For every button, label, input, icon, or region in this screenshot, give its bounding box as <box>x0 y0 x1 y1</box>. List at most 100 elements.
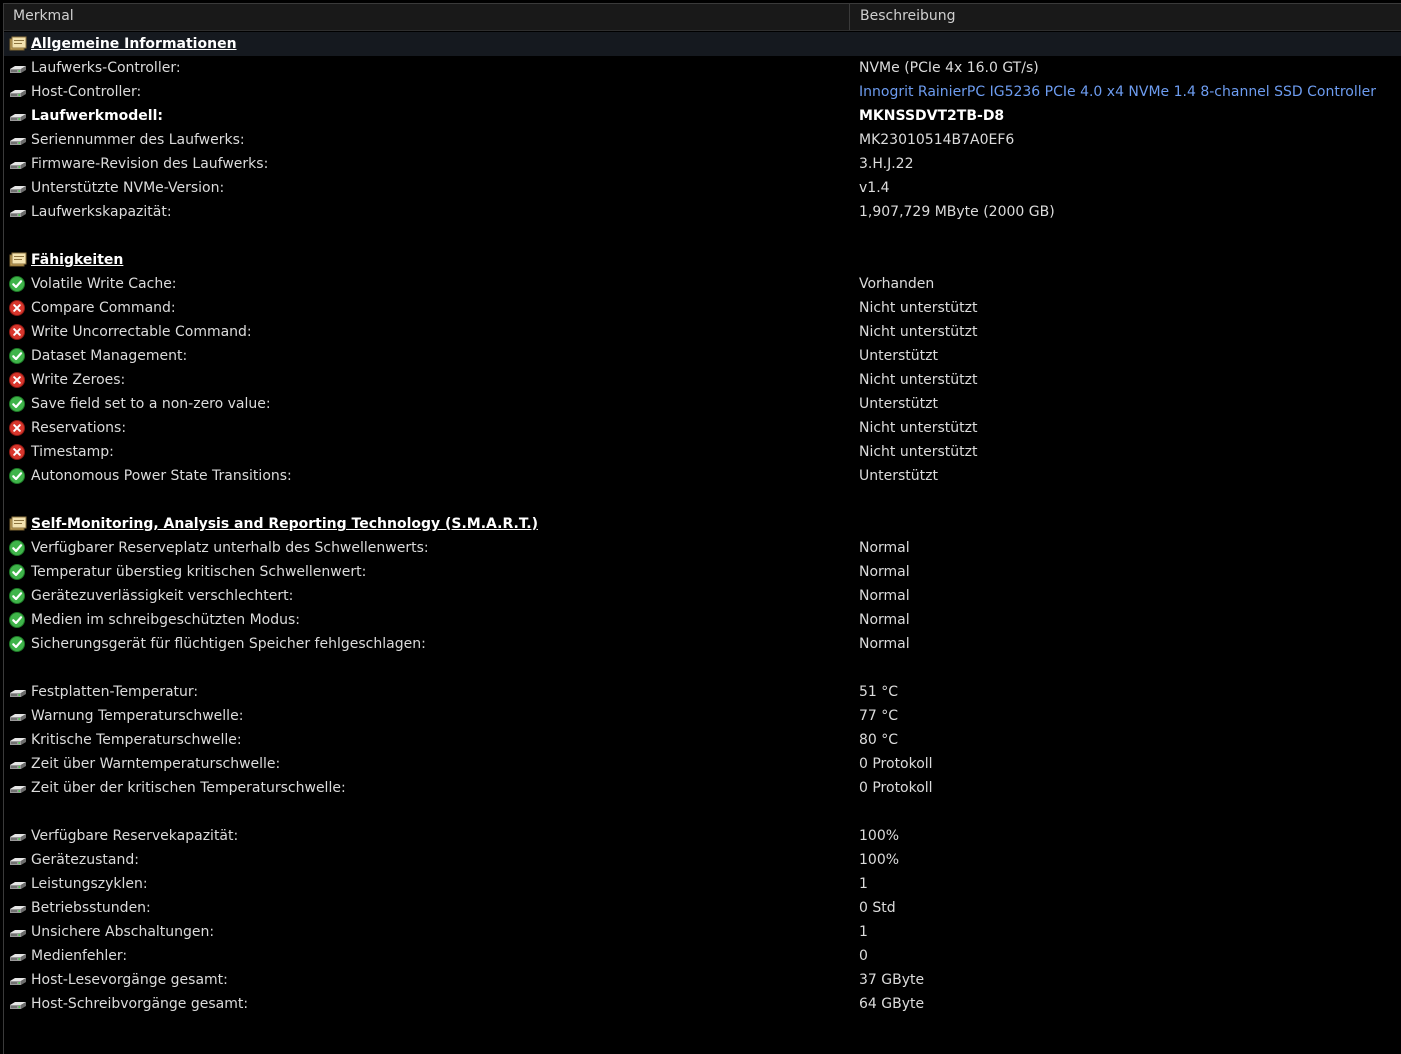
property-value: Nicht unterstützt <box>859 444 978 460</box>
property-row[interactable]: Seriennummer des Laufwerks: MK23010514B7A… <box>4 128 1401 152</box>
section-title: Fähigkeiten <box>31 252 124 268</box>
drive-icon <box>9 60 27 76</box>
property-value: Nicht unterstützt <box>859 372 978 388</box>
property-value: 80 °C <box>859 732 899 748</box>
property-label: Betriebsstunden: <box>31 900 151 916</box>
property-row[interactable]: Dataset Management: Unterstützt <box>4 344 1401 368</box>
property-label: Timestamp: <box>31 444 114 460</box>
check-icon <box>9 468 27 484</box>
property-row[interactable]: Gerätezustand: 100% <box>4 848 1401 872</box>
property-value: NVMe (PCIe 4x 16.0 GT/s) <box>859 60 1039 76</box>
property-label: Sicherungsgerät für flüchtigen Speicher … <box>31 636 426 652</box>
property-label: Medienfehler: <box>31 948 128 964</box>
property-value: MKNSSDVT2TB-D8 <box>859 108 1005 124</box>
property-value: 1 <box>859 924 868 940</box>
property-row[interactable]: Festplatten-Temperatur: 51 °C <box>4 680 1401 704</box>
property-label: Medien im schreibgeschützten Modus: <box>31 612 301 628</box>
property-row[interactable]: Betriebsstunden: 0 Std <box>4 896 1401 920</box>
property-value: 1 <box>859 876 868 892</box>
section-icon <box>9 516 27 532</box>
property-row[interactable]: Host-Controller: Innogrit RainierPC IG523… <box>4 80 1401 104</box>
column-header-merkmal[interactable]: Merkmal <box>4 4 850 30</box>
column-header: Merkmal Beschreibung <box>4 4 1401 31</box>
property-row[interactable]: Kritische Temperaturschwelle: 80 °C <box>4 728 1401 752</box>
error-icon <box>9 444 27 460</box>
drive-icon <box>9 132 27 148</box>
property-row[interactable]: Host-Schreibvorgänge gesamt: 64 GByte <box>4 992 1401 1016</box>
property-label: Dataset Management: <box>31 348 188 364</box>
property-row[interactable]: Medien im schreibgeschützten Modus: Norma… <box>4 608 1401 632</box>
drive-icon <box>9 828 27 844</box>
property-label: Compare Command: <box>31 300 176 316</box>
property-value: 0 Protokoll <box>859 756 933 772</box>
property-value: Normal <box>859 588 910 604</box>
property-value: Normal <box>859 564 910 580</box>
property-row[interactable]: Firmware-Revision des Laufwerks: 3.H.J.22 <box>4 152 1401 176</box>
property-row[interactable]: Leistungszyklen: 1 <box>4 872 1401 896</box>
section-header-self-monitoring-analysis-and-reporting-t[interactable]: Self-Monitoring, Analysis and Reporting … <box>4 512 1401 536</box>
property-label: Zeit über der kritischen Temperaturschwe… <box>31 780 346 796</box>
drive-icon <box>9 900 27 916</box>
property-value: 100% <box>859 852 900 868</box>
property-label: Gerätezuverlässigkeit verschlechtert: <box>31 588 294 604</box>
property-row[interactable]: Unsichere Abschaltungen: 1 <box>4 920 1401 944</box>
drive-icon <box>9 948 27 964</box>
section-icon <box>9 36 27 52</box>
property-row[interactable]: Autonomous Power State Transitions: Unter… <box>4 464 1401 488</box>
property-value: Nicht unterstützt <box>859 420 978 436</box>
property-row[interactable]: Medienfehler: 0 <box>4 944 1401 968</box>
property-value-link[interactable]: Innogrit RainierPC IG5236 PCIe 4.0 x4 NV… <box>859 80 1376 104</box>
property-row[interactable]: Host-Lesevorgänge gesamt: 37 GByte <box>4 968 1401 992</box>
property-row[interactable]: Zeit über Warntemperaturschwelle: 0 Proto… <box>4 752 1401 776</box>
property-row[interactable]: Sicherungsgerät für flüchtigen Speicher … <box>4 632 1401 656</box>
property-value: Unterstützt <box>859 468 938 484</box>
property-label: Host-Lesevorgänge gesamt: <box>31 972 228 988</box>
property-row[interactable]: Unterstützte NVMe-Version: v1.4 <box>4 176 1401 200</box>
property-row[interactable]: Laufwerks-Controller: NVMe (PCIe 4x 16.0 … <box>4 56 1401 80</box>
property-row[interactable]: Save field set to a non-zero value: Unter… <box>4 392 1401 416</box>
property-value: Unterstützt <box>859 396 938 412</box>
property-value: 0 Std <box>859 900 896 916</box>
property-label: Firmware-Revision des Laufwerks: <box>31 156 269 172</box>
property-row[interactable]: Verfügbarer Reserveplatz unterhalb des S… <box>4 536 1401 560</box>
drive-icon <box>9 684 27 700</box>
property-row[interactable]: Gerätezuverlässigkeit verschlechtert: Nor… <box>4 584 1401 608</box>
property-row[interactable]: Write Uncorrectable Command: Nicht unters… <box>4 320 1401 344</box>
property-value: 51 °C <box>859 684 899 700</box>
property-value: 64 GByte <box>859 996 925 1012</box>
property-row[interactable]: Temperatur überstieg kritischen Schwelle… <box>4 560 1401 584</box>
property-row[interactable]: Reservations: Nicht unterstützt <box>4 416 1401 440</box>
property-row[interactable]: Laufwerkmodell: MKNSSDVT2TB-D8 <box>4 104 1401 128</box>
property-row[interactable]: Volatile Write Cache: Vorhanden <box>4 272 1401 296</box>
drive-icon <box>9 708 27 724</box>
property-row[interactable]: Laufwerkskapazität: 1,907,729 MByte (2000… <box>4 200 1401 224</box>
property-value: Normal <box>859 540 910 556</box>
property-row[interactable]: Timestamp: Nicht unterstützt <box>4 440 1401 464</box>
property-label: Kritische Temperaturschwelle: <box>31 732 242 748</box>
property-row[interactable]: Write Zeroes: Nicht unterstützt <box>4 368 1401 392</box>
property-label: Reservations: <box>31 420 127 436</box>
property-row[interactable]: Verfügbare Reservekapazität: 100% <box>4 824 1401 848</box>
column-header-beschreibung[interactable]: Beschreibung <box>851 4 1401 30</box>
drive-icon <box>9 876 27 892</box>
property-value: 100% <box>859 828 900 844</box>
property-value: 0 <box>859 948 868 964</box>
property-label: Write Zeroes: <box>31 372 126 388</box>
section-header-fähigkeiten[interactable]: Fähigkeiten <box>4 248 1401 272</box>
property-row[interactable]: Compare Command: Nicht unterstützt <box>4 296 1401 320</box>
property-value: Nicht unterstützt <box>859 324 978 340</box>
property-value: 1,907,729 MByte (2000 GB) <box>859 204 1055 220</box>
property-label: Laufwerkskapazität: <box>31 204 172 220</box>
section-icon <box>9 252 27 268</box>
property-value: 3.H.J.22 <box>859 156 914 172</box>
check-icon <box>9 396 27 412</box>
section-title: Self-Monitoring, Analysis and Reporting … <box>31 516 538 532</box>
drive-icon <box>9 852 27 868</box>
drive-icon <box>9 204 27 220</box>
check-icon <box>9 588 27 604</box>
drive-icon <box>9 780 27 796</box>
property-row[interactable]: Warnung Temperaturschwelle: 77 °C <box>4 704 1401 728</box>
section-header-allgemeine-informationen[interactable]: Allgemeine Informationen <box>4 32 1401 56</box>
property-row[interactable]: Zeit über der kritischen Temperaturschwe… <box>4 776 1401 800</box>
